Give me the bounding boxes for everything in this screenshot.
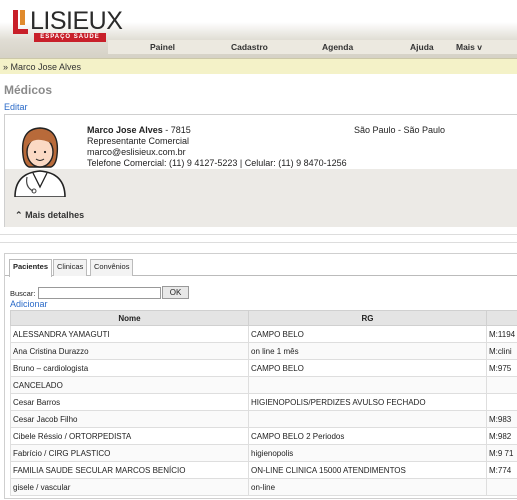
table-cell: M:9 71 (486, 444, 517, 462)
column-header-rg[interactable]: RG (248, 310, 487, 326)
column-header-extra[interactable] (486, 310, 517, 326)
table-cell: M:1194 (486, 325, 517, 343)
tab-bar: Pacientes Clinicas Convênios (5, 254, 517, 277)
table-cell: CAMPO BELO (248, 359, 487, 377)
column-header-nome[interactable]: Nome (10, 310, 249, 326)
table-cell: CAMPO BELO (248, 325, 487, 343)
table-row[interactable]: FAMILIA SAUDE SECULAR MARCOS BENÍCIO ON-L… (10, 461, 517, 479)
nav-mais[interactable]: Mais v (456, 40, 482, 54)
table-cell: HIGIENOPOLIS/PERDIZES AVULSO FECHADO (248, 393, 487, 411)
doctor-location: São Paulo - São Paulo (354, 125, 446, 135)
table-row[interactable]: Cibele Réssio / ORTORPEDISTA CAMPO BELO 2… (10, 427, 517, 445)
doctor-name: Marco Jose Alves (87, 125, 163, 135)
tab-clinicas[interactable]: Clinicas (53, 259, 88, 276)
edit-link[interactable]: Editar (4, 102, 28, 112)
doctor-info: Marco Jose Alves - 7815 Representante Co… (87, 125, 347, 169)
breadcrumb-bar: » Marco Jose Alves (0, 58, 517, 74)
chevron-up-icon: ⌃ (15, 210, 23, 220)
logo-name: LISIEUX (30, 7, 123, 35)
table-cell: CAMPO BELO 2 Periodos (248, 427, 487, 445)
app-header: LISIEUX ESPAÇO SAÚDE Painel Cadastro Age… (0, 0, 517, 60)
table-cell: Cibele Réssio / ORTORPEDISTA (10, 427, 249, 445)
table-row[interactable]: Ana Cristina Durazzo on line 1 mês M:clini (10, 342, 517, 360)
doctor-card: Marco Jose Alves - 7815 Representante Co… (4, 114, 517, 227)
table-cell: higienopolis (248, 444, 487, 462)
doctor-role: Representante Comercial (87, 136, 190, 146)
tab-convenios[interactable]: Convênios (90, 259, 134, 276)
lisieux-logo[interactable]: LISIEUX ESPAÇO SAÚDE (13, 7, 123, 42)
table-header-row: Nome RG (10, 310, 517, 326)
table-cell: gisele / vascular (10, 478, 249, 496)
logo-mark-icon (13, 10, 29, 34)
divider (0, 234, 517, 235)
nav-agenda[interactable]: Agenda (322, 40, 353, 54)
table-cell (248, 376, 487, 394)
table-row[interactable]: ALESSANDRA YAMAGUTI CAMPO BELO M:1194 (10, 325, 517, 343)
table-cell: Cesar Barros (10, 393, 249, 411)
table-row[interactable]: Cesar Barros HIGIENOPOLIS/PERDIZES AVULSO… (10, 393, 517, 411)
table-cell: ALESSANDRA YAMAGUTI (10, 325, 249, 343)
nav-painel[interactable]: Painel (150, 40, 175, 54)
add-link[interactable]: Adicionar (10, 299, 48, 309)
tab-pacientes[interactable]: Pacientes (9, 259, 53, 277)
table-cell: M:774 (486, 461, 517, 479)
breadcrumb[interactable]: » Marco Jose Alves (3, 62, 81, 72)
nav-ajuda[interactable]: Ajuda (410, 40, 434, 54)
table-row[interactable]: Bruno – cardiologista CAMPO BELO M:975 (10, 359, 517, 377)
table-cell: on line 1 mês (248, 342, 487, 360)
more-details-label: Mais detalhes (25, 210, 85, 220)
table-cell: M:975 (486, 359, 517, 377)
table-cell (248, 410, 487, 428)
table-cell: M:983 (486, 410, 517, 428)
search-label: Buscar: (10, 289, 36, 298)
page-title: Médicos (4, 83, 53, 97)
nav-cadastro[interactable]: Cadastro (231, 40, 268, 54)
table-cell: Fabrício / CIRG PLASTICO (10, 444, 249, 462)
logo-subtitle: ESPAÇO SAÚDE (34, 33, 106, 42)
ok-button[interactable]: OK (162, 286, 189, 299)
table-cell: M:982 (486, 427, 517, 445)
table-cell: Bruno – cardiologista (10, 359, 249, 377)
table-row[interactable]: Fabrício / CIRG PLASTICO higienopolis M:9 … (10, 444, 517, 462)
table-cell: FAMILIA SAUDE SECULAR MARCOS BENÍCIO (10, 461, 249, 479)
table-cell: M:clini (486, 342, 517, 360)
doctor-phone: Telefone Comercial: (11) 9 4127-5223 | C… (87, 158, 347, 168)
table-cell (486, 478, 517, 496)
table-cell: Ana Cristina Durazzo (10, 342, 249, 360)
more-details-toggle[interactable]: ⌃ Mais detalhes (15, 210, 84, 221)
doctor-code: - 7815 (162, 125, 191, 135)
main-nav: Painel Cadastro Agenda Ajuda Mais v (108, 40, 517, 54)
table-row[interactable]: Cesar Jacob Filho M:983 (10, 410, 517, 428)
doctor-avatar-icon (14, 127, 66, 197)
patients-table: Nome RG ALESSANDRA YAMAGUTI CAMPO BELO M:1… (10, 310, 517, 496)
table-cell: on-line (248, 478, 487, 496)
table-row[interactable]: gisele / vascular on-line (10, 478, 517, 496)
table-cell (486, 376, 517, 394)
table-cell: ON-LINE CLINICA 15000 ATENDIMENTOS (248, 461, 487, 479)
table-row[interactable]: CANCELADO (10, 376, 517, 394)
doctor-email: marco@eslisieux.com.br (87, 147, 186, 157)
search-input[interactable] (38, 287, 161, 299)
table-cell: CANCELADO (10, 376, 249, 394)
table-cell (486, 393, 517, 411)
table-cell: Cesar Jacob Filho (10, 410, 249, 428)
divider (0, 242, 517, 243)
